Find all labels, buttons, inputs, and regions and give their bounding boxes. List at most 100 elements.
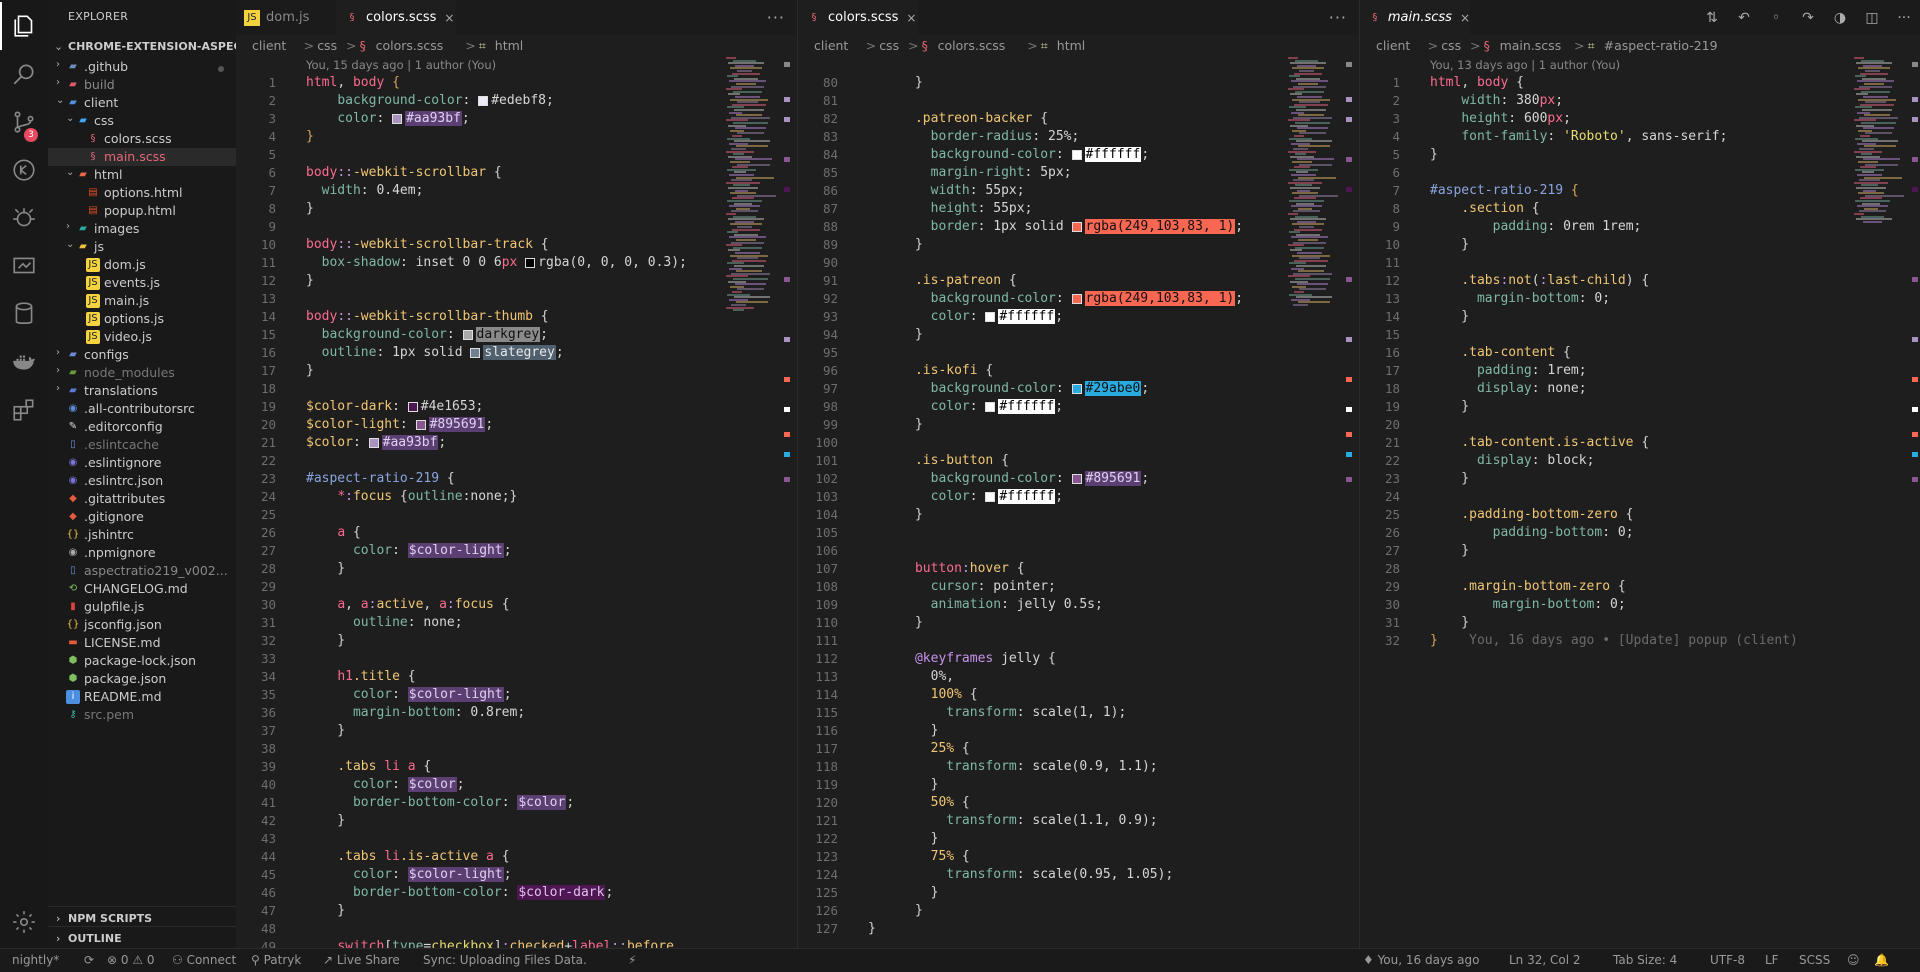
minimap[interactable] [726,57,778,327]
status-item[interactable]: UTF-8 [1710,953,1745,967]
editor-action-icon[interactable]: ◦ [1760,10,1792,26]
tree-item-main-scss[interactable]: § main.scss [48,148,236,166]
breadcrumb-item[interactable]: client [252,38,286,53]
tree-item--github[interactable]: › ▰ .github [48,58,236,76]
editor-action-icon[interactable]: ↶ [1728,10,1760,26]
more-actions-icon[interactable]: ··· [767,8,785,27]
status-item[interactable]: ⚡ [628,953,636,967]
breadcrumb-item[interactable]: css [1441,38,1461,53]
tree-item-jsconfig-json[interactable]: {} jsconfig.json [48,616,236,634]
tree-item-package-json[interactable]: ⬢ package.json [48,670,236,688]
breadcrumb-item[interactable]: html ⌗ [479,38,523,53]
close-icon[interactable]: × [444,11,454,25]
breadcrumb-item[interactable]: client [1376,38,1410,53]
breadcrumb-item[interactable]: colors.scss § [360,38,444,53]
tree-item-options-js[interactable]: JS options.js [48,310,236,328]
tree-item-html[interactable]: ⌄ ▰ html [48,166,236,184]
section-npm-scripts[interactable]: › NPM SCRIPTS [48,906,236,928]
tree-item--npmignore[interactable]: ◉ .npmignore [48,544,236,562]
editor-action-icon[interactable]: ··· [1888,10,1920,26]
tab-dom-js[interactable]: JS dom.js [236,0,334,35]
tree-item-readme-md[interactable]: i README.md [48,688,236,706]
tree-item-build[interactable]: › ▰ build [48,76,236,94]
tree-item-css[interactable]: ⌄ ▰ css [48,112,236,130]
color-swatch[interactable] [985,491,996,502]
tab-colors-scss[interactable]: § colors.scss × [336,0,456,35]
search-icon[interactable] [0,50,48,98]
tree-item-package-lock-json[interactable]: ⬢ package-lock.json [48,652,236,670]
explorer-icon[interactable] [0,2,48,50]
tree-item-translations[interactable]: › ▰ translations [48,382,236,400]
more-actions-icon[interactable]: ··· [1329,8,1347,27]
status-item[interactable]: nightly* [12,953,59,967]
breadcrumb-item[interactable]: css [879,38,899,53]
tab-main-scss[interactable]: § main.scss × [1360,0,1470,35]
status-item[interactable]: ⊗ 0 ⚠ 0 [107,953,155,967]
extensions-debug-icon[interactable] [0,194,48,242]
minimap[interactable] [1854,57,1906,327]
editor-action-icon[interactable]: ↷ [1792,10,1824,26]
editor-action-icon[interactable]: ◫ [1856,10,1888,26]
tree-item-changelog-md[interactable]: ⟲ CHANGELOG.md [48,580,236,598]
extensions-icon[interactable] [0,386,48,434]
color-swatch[interactable] [1071,383,1082,394]
color-swatch[interactable] [985,401,996,412]
color-swatch[interactable] [525,257,536,268]
tree-item--gitattributes[interactable]: ◆ .gitattributes [48,490,236,508]
tree-item-configs[interactable]: › ▰ configs [48,346,236,364]
status-item[interactable]: Tab Size: 4 [1613,953,1677,967]
tree-item-popup-html[interactable]: ▤ popup.html [48,202,236,220]
close-icon[interactable]: × [1460,11,1470,25]
breadcrumb-item[interactable]: main.scss § [1484,38,1562,53]
tree-item-dom-js[interactable]: JS dom.js [48,256,236,274]
tree-item-events-js[interactable]: JS events.js [48,274,236,292]
gear-icon[interactable] [0,898,48,946]
tree-item-video-js[interactable]: JS video.js [48,328,236,346]
remote-explorer-icon[interactable] [0,242,48,290]
tree-item-license-md[interactable]: ▬ LICENSE.md [48,634,236,652]
status-item[interactable]: Ln 32, Col 2 [1509,953,1581,967]
tree-item-gulpfile-js[interactable]: ▮ gulpfile.js [48,598,236,616]
color-swatch[interactable] [462,329,473,340]
tree-item--jshintrc[interactable]: {} .jshintrc [48,526,236,544]
tree-item--gitignore[interactable]: ◆ .gitignore [48,508,236,526]
breadcrumb-item[interactable]: #aspect-ratio-219 ⌗ [1588,38,1718,53]
status-item[interactable]: 🔔 [1874,953,1889,967]
color-swatch[interactable] [392,113,403,124]
tree-item-client[interactable]: ⌄ ▰ client [48,94,236,112]
tree-item--eslintrc-json[interactable]: ◉ .eslintrc.json [48,472,236,490]
color-swatch[interactable] [1071,473,1082,484]
status-item[interactable]: SCSS [1799,953,1830,967]
tree-item-colors-scss[interactable]: § colors.scss [48,130,236,148]
status-item[interactable]: ♦ You, 16 days ago [1363,953,1479,967]
color-swatch[interactable] [1071,293,1082,304]
close-icon[interactable]: × [906,11,916,25]
color-swatch[interactable] [985,311,996,322]
breadcrumb-item[interactable]: client [814,38,848,53]
color-swatch[interactable] [368,437,379,448]
tree-item-images[interactable]: › ▰ images [48,220,236,238]
status-item[interactable]: ↗ Live Share [323,953,400,967]
tree-item-src-pem[interactable]: ⚷ src.pem [48,706,236,724]
color-swatch[interactable] [415,419,426,430]
minimap[interactable] [1288,57,1340,327]
status-item[interactable]: Sync: Uploading Files Data. [423,953,587,967]
tree-item-js[interactable]: ⌄ ▰ js [48,238,236,256]
tree-item--eslintcache[interactable]: ▯ .eslintcache [48,436,236,454]
color-swatch[interactable] [478,95,489,106]
run-debug-icon[interactable] [0,146,48,194]
color-swatch[interactable] [470,347,481,358]
breadcrumb-item[interactable]: html ⌗ [1041,38,1085,53]
tree-item--eslintignore[interactable]: ◉ .eslintignore [48,454,236,472]
tree-item-options-html[interactable]: ▤ options.html [48,184,236,202]
source-control-icon[interactable]: 3 [0,98,48,146]
workspace-root[interactable]: ⌄ CHROME-EXTENSION-ASPECT... [48,36,236,58]
breadcrumb-item[interactable]: css [317,38,337,53]
status-item[interactable]: ☺ [1847,953,1860,967]
color-swatch[interactable] [1071,221,1082,232]
status-item[interactable]: ⟳ [84,953,94,967]
status-item[interactable]: ⚇ Connect [172,953,236,967]
tree-item--all-contributorsrc[interactable]: ◉ .all-contributorsrc [48,400,236,418]
tree-item-aspectratio219-v002-[interactable]: ▯ aspectratio219_v002... [48,562,236,580]
docker-icon[interactable] [0,338,48,386]
